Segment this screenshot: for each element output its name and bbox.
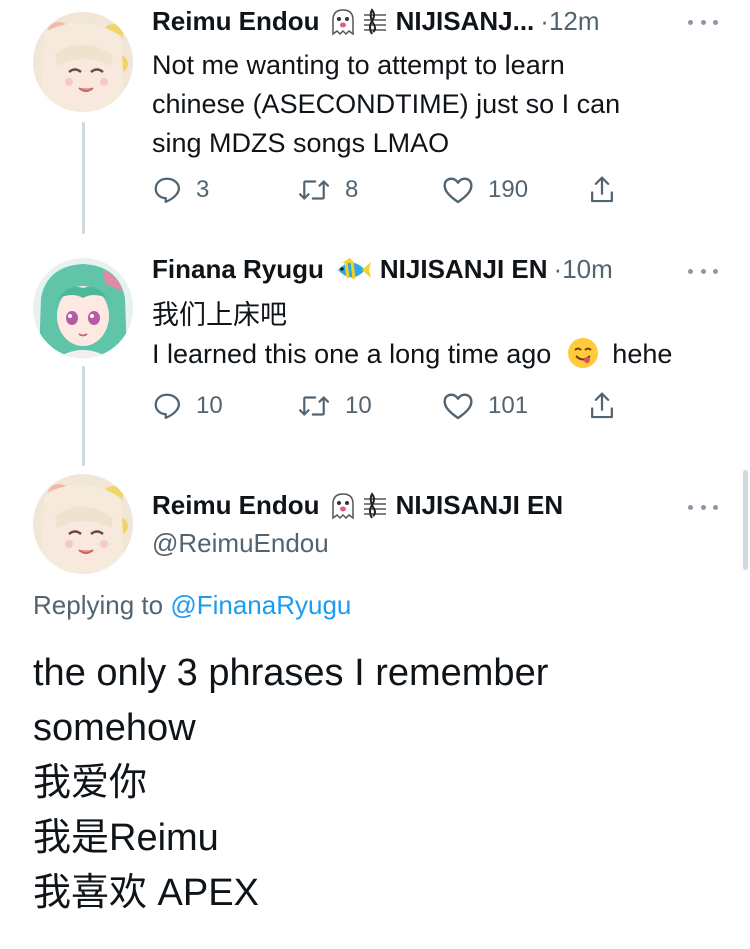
tweet-text: Not me wanting to attempt to learn chine… — [152, 46, 620, 163]
replying-prefix: Replying to — [33, 590, 164, 620]
reply-button[interactable]: 10 — [152, 391, 297, 421]
text-line: somehow — [33, 707, 196, 749]
music-score-emoji-icon — [362, 7, 388, 37]
affiliation: NIJISANJ... — [395, 6, 535, 36]
retweet-button[interactable]: 8 — [297, 175, 442, 205]
reply-button[interactable]: 3 — [152, 175, 297, 205]
text-line: Not me wanting to attempt to learn — [152, 50, 565, 80]
text-line: chinese (ASECONDTIME) just so I can — [152, 89, 621, 119]
retweet-count: 10 — [345, 392, 372, 419]
heart-icon — [443, 393, 473, 420]
share-button[interactable] — [587, 390, 627, 422]
tweet-actions: 3 8 190 — [152, 170, 632, 210]
avatar[interactable] — [33, 474, 133, 574]
affiliation: NIJISANJI EN — [379, 254, 548, 284]
text-segment: hehe — [612, 339, 673, 369]
more-icon[interactable] — [688, 266, 718, 276]
user-handle[interactable]: @ReimuEndou — [152, 528, 329, 559]
text-line: I learned this one a long time ago hehe — [152, 335, 672, 380]
display-name[interactable]: Reimu Endou — [152, 490, 320, 521]
avatar[interactable] — [33, 12, 133, 112]
heart-icon — [443, 177, 473, 204]
display-name[interactable]: Finana Ryugu — [152, 254, 324, 285]
share-icon — [591, 176, 613, 203]
like-count: 101 — [488, 392, 529, 419]
retweet-button[interactable]: 10 — [297, 391, 442, 421]
thread-line — [82, 366, 85, 466]
timestamp[interactable]: ·12m — [540, 6, 599, 37]
reply-count: 3 — [196, 176, 210, 203]
text-line: 我喜欢 APEX — [33, 872, 259, 914]
share-button[interactable] — [587, 174, 627, 206]
display-name[interactable]: Reimu Endou — [152, 6, 320, 37]
avatar[interactable] — [33, 258, 133, 358]
like-button[interactable]: 101 — [442, 391, 587, 421]
reply-icon — [154, 177, 180, 203]
share-icon — [591, 392, 613, 419]
retweet-icon — [298, 180, 330, 200]
text-line: the only 3 phrases I remember — [33, 652, 549, 694]
more-icon[interactable] — [688, 502, 718, 512]
ghost-emoji-icon — [328, 491, 358, 521]
tweet-actions: 10 10 101 — [152, 386, 632, 426]
ghost-emoji-icon — [328, 7, 358, 37]
tweet-header: Reimu Endou NIJISANJ... ·12m — [152, 6, 600, 37]
retweet-icon — [298, 396, 330, 416]
reply-icon — [154, 393, 180, 419]
timestamp[interactable]: ·10m — [554, 254, 613, 285]
time-value: 12m — [548, 6, 600, 36]
affiliation: NIJISANJI EN — [395, 490, 564, 520]
text-line: sing MDZS songs LMAO — [152, 128, 450, 158]
mention-link[interactable]: @FinanaRyugu — [170, 590, 351, 620]
scrollbar[interactable] — [743, 470, 748, 570]
tweet-text: 我们上床吧 I learned this one a long time ago… — [152, 296, 672, 380]
music-score-emoji-icon — [362, 491, 388, 521]
more-icon[interactable] — [688, 17, 718, 27]
yum-face-emoji-icon — [567, 337, 599, 380]
text-line: 我们上床吧 — [152, 300, 287, 330]
text-line: 我爱你 — [33, 762, 148, 804]
like-count: 190 — [488, 176, 529, 203]
reply-count: 10 — [196, 392, 223, 419]
replying-to: Replying to @FinanaRyugu — [33, 590, 351, 621]
retweet-count: 8 — [345, 176, 359, 203]
tropical-fish-emoji-icon — [332, 255, 372, 285]
time-value: 10m — [562, 254, 613, 284]
like-button[interactable]: 190 — [442, 175, 587, 205]
thread-line — [82, 122, 85, 234]
tweet-header: Finana Ryugu NIJISANJI EN ·10m — [152, 254, 613, 285]
text-segment: I learned this one a long time ago — [152, 339, 552, 369]
tweet-header: Reimu Endou NIJISANJI EN — [152, 490, 563, 521]
text-line: 我是Reimu — [33, 817, 219, 859]
main-tweet-text: the only 3 phrases I remember somehow 我爱… — [33, 646, 548, 921]
